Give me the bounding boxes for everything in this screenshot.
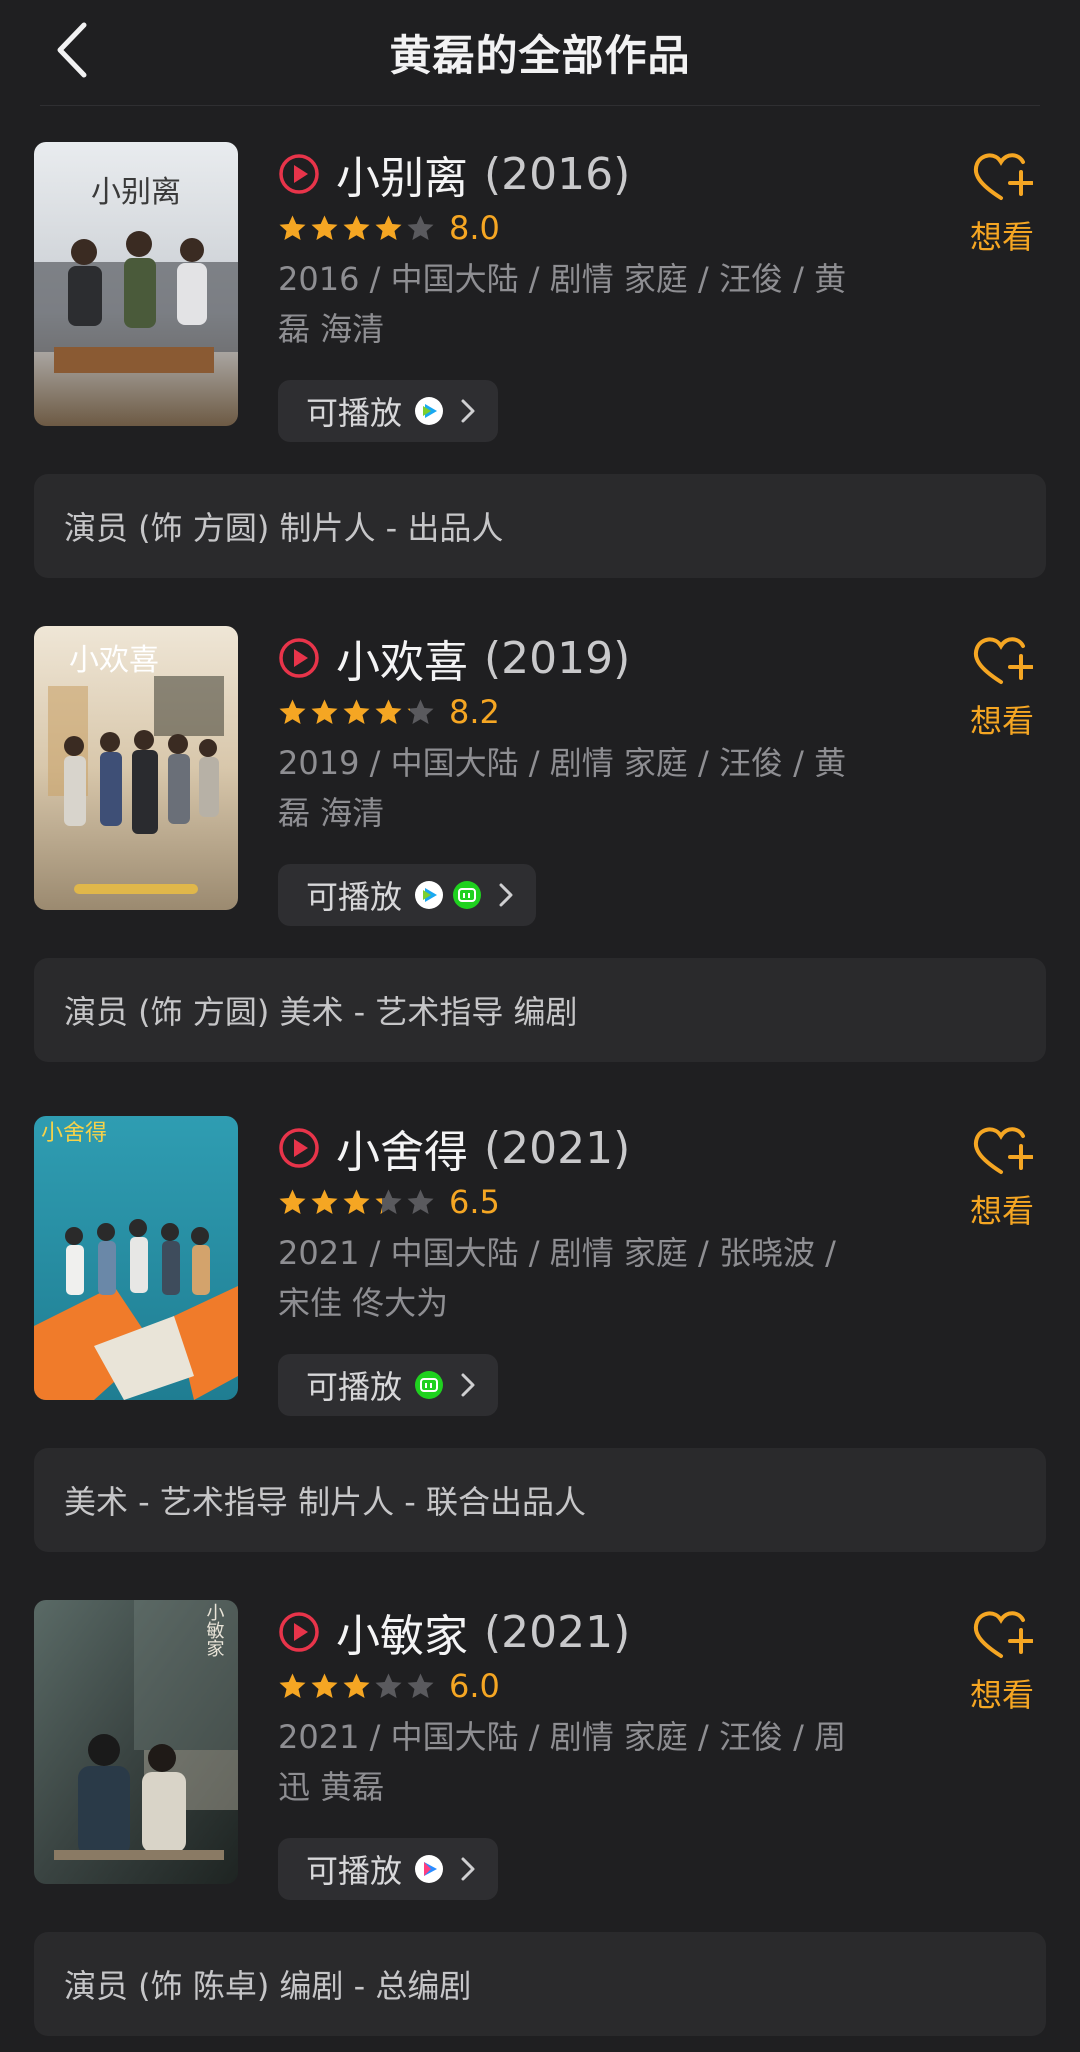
want-to-watch-label: 想看 (969, 702, 1034, 740)
star-filled-icon (375, 215, 402, 240)
want-to-watch-button[interactable]: 想看 (962, 150, 1042, 258)
work-meta: 2021 / 中国大陆 / 剧情 家庭 / 张晓波 / 宋佳 佟大为 (278, 1234, 836, 1322)
play-circle-icon[interactable] (278, 1127, 320, 1169)
work-year: (2016) (484, 148, 631, 200)
play-circle-icon[interactable] (278, 1611, 320, 1653)
iqiyi-icon (415, 1371, 444, 1399)
work-year: (2021) (484, 1606, 631, 1658)
star-filled-icon (311, 1189, 338, 1214)
work-item[interactable]: 小敏家 小敏家 (2021) 6.0 2021 / 中国大陆 / 剧情 家庭 /… (0, 1600, 1080, 2040)
star-empty-icon (407, 1189, 434, 1214)
star-rating (278, 1672, 435, 1701)
tencent-video-icon (415, 397, 444, 425)
want-to-watch-button[interactable]: 想看 (962, 1124, 1042, 1232)
work-item[interactable]: 小欢喜 小欢喜 (2019) 8.2 2019 / 中国大陆 / 剧情 家庭 /… (0, 626, 1080, 1066)
star-filled-icon (343, 1673, 370, 1698)
role-info: 演员 (饰 方圆) 制片人 - 出品人 (34, 474, 1046, 578)
star-filled-icon (375, 699, 402, 724)
poster-image[interactable]: 小敏家 (34, 1600, 238, 1884)
poster-title: 小欢喜 (69, 643, 159, 678)
heart-plus-icon (973, 153, 1033, 200)
heart-plus-icon (973, 1127, 1033, 1174)
rating-score: 8.0 (449, 209, 500, 247)
heart-plus-icon (973, 1611, 1033, 1658)
work-item[interactable]: 小舍得 小舍得 (2021) 6.5 2021 / 中国大陆 / 剧情 家庭 /… (0, 1116, 1080, 1556)
playable-label: 可播放 (306, 1368, 403, 1406)
star-filled-icon (311, 1673, 338, 1698)
playable-button[interactable]: 可播放 (278, 380, 499, 442)
chevron-right-icon (461, 399, 475, 423)
playable-button[interactable]: 可播放 (278, 864, 537, 926)
role-info: 演员 (饰 陈卓) 编剧 - 总编剧 (34, 1932, 1046, 2036)
chevron-right-icon (461, 1857, 475, 1881)
want-to-watch-button[interactable]: 想看 (962, 634, 1042, 742)
role-info: 演员 (饰 方圆) 美术 - 艺术指导 编剧 (34, 958, 1046, 1062)
star-rating (278, 698, 435, 727)
work-meta: 2021 / 中国大陆 / 剧情 家庭 / 汪俊 / 周迅 黄磊 (278, 1718, 847, 1806)
iqiyi-icon (453, 881, 482, 909)
header-divider (40, 105, 1040, 106)
star-filled-icon (279, 1189, 306, 1214)
playable-label: 可播放 (306, 1852, 403, 1890)
rating-score: 8.2 (449, 693, 500, 731)
work-title[interactable]: 小欢喜 (336, 626, 468, 690)
star-filled-icon (343, 699, 370, 724)
work-meta: 2019 / 中国大陆 / 剧情 家庭 / 汪俊 / 黄磊 海清 (278, 744, 847, 832)
youku-icon (415, 1855, 444, 1883)
star-rating (278, 214, 435, 243)
role-info: 美术 - 艺术指导 制片人 - 联合出品人 (34, 1448, 1046, 1552)
want-to-watch-label: 想看 (969, 1676, 1034, 1714)
work-title[interactable]: 小舍得 (336, 1116, 468, 1180)
want-to-watch-label: 想看 (969, 1192, 1034, 1230)
star-empty-icon (407, 215, 434, 240)
work-meta: 2016 / 中国大陆 / 剧情 家庭 / 汪俊 / 黄磊 海清 (278, 260, 847, 348)
play-circle-icon[interactable] (278, 637, 320, 679)
star-half-icon (375, 1189, 402, 1214)
playable-button[interactable]: 可播放 (278, 1838, 499, 1900)
work-title[interactable]: 小别离 (336, 142, 468, 206)
poster-title: 小别离 (91, 175, 181, 210)
rating-score: 6.5 (449, 1183, 500, 1221)
poster-title: 小敏家 (204, 1603, 225, 1657)
play-circle-icon[interactable] (278, 153, 320, 195)
heart-plus-icon (973, 637, 1033, 684)
page-title: 黄磊的全部作品 (389, 31, 691, 80)
rating-score: 6.0 (449, 1667, 500, 1705)
star-filled-icon (311, 215, 338, 240)
work-item[interactable]: 小别离 小别离 (2016) 8.0 2016 / 中国大陆 / 剧情 家庭 /… (0, 142, 1080, 582)
star-empty-icon (407, 1673, 434, 1698)
header: 黄磊的全部作品 (0, 0, 1080, 106)
playable-label: 可播放 (306, 394, 403, 432)
poster-title: 小舍得 (41, 1121, 107, 1146)
chevron-right-icon (461, 1373, 475, 1397)
star-filled-icon (311, 699, 338, 724)
star-filled-icon (343, 215, 370, 240)
chevron-right-icon (499, 883, 513, 907)
star-rating (278, 1188, 435, 1217)
star-filled-icon (279, 699, 306, 724)
playable-button[interactable]: 可播放 (278, 1354, 499, 1416)
work-year: (2019) (484, 632, 631, 684)
star-filled-icon (343, 1189, 370, 1214)
want-to-watch-label: 想看 (969, 218, 1034, 256)
poster-image[interactable]: 小别离 (34, 142, 238, 426)
star-filled-icon (279, 215, 306, 240)
work-year: (2021) (484, 1122, 631, 1174)
playable-label: 可播放 (306, 878, 403, 916)
tencent-video-icon (415, 881, 444, 909)
star-filled-icon (279, 1673, 306, 1698)
star-empty-icon (375, 1673, 402, 1698)
poster-image[interactable]: 小舍得 (34, 1116, 238, 1400)
poster-image[interactable]: 小欢喜 (34, 626, 238, 910)
want-to-watch-button[interactable]: 想看 (962, 1608, 1042, 1716)
star-half-icon (407, 699, 434, 724)
work-title[interactable]: 小敏家 (336, 1600, 468, 1664)
